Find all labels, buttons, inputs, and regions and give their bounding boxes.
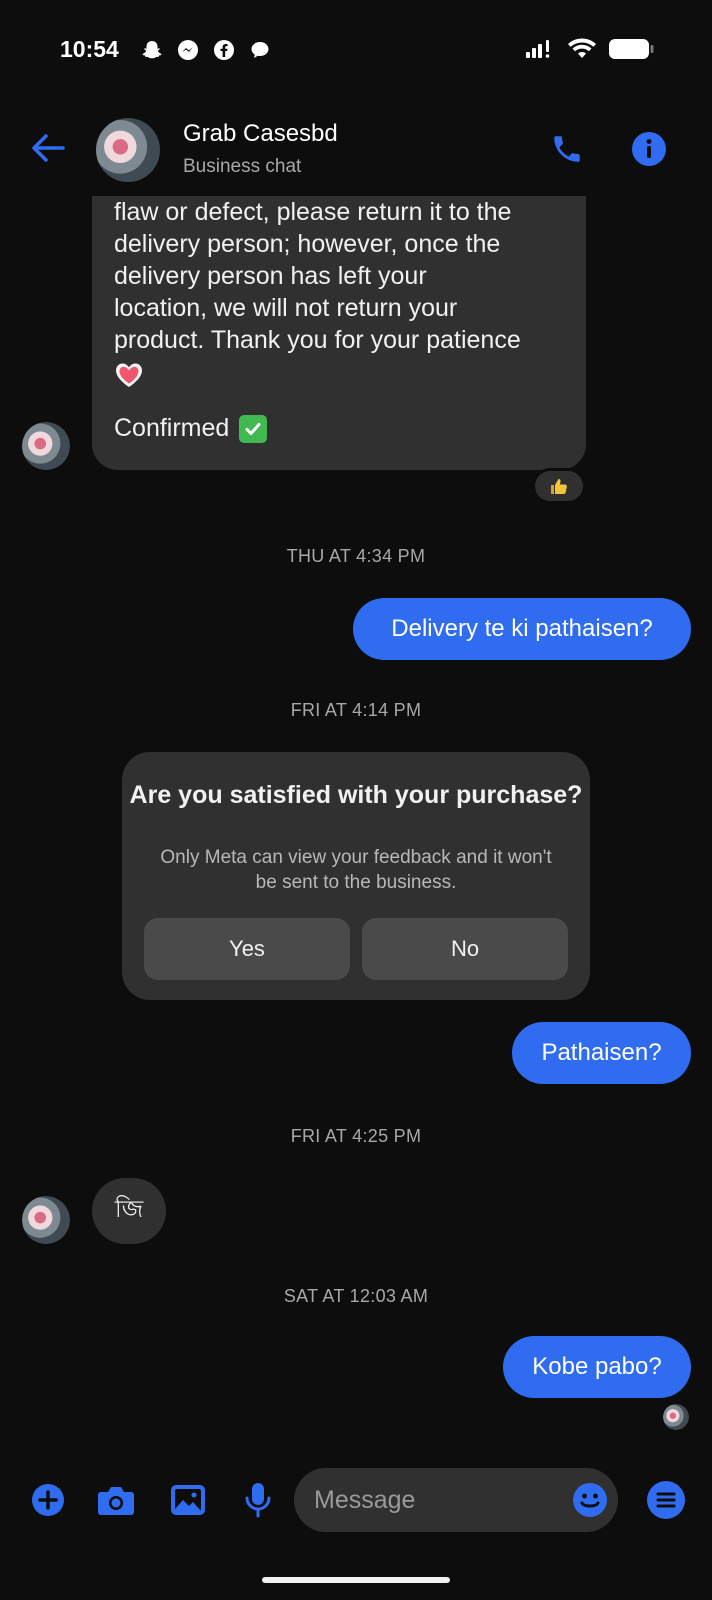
microphone-icon <box>245 1483 271 1518</box>
status-right-icons <box>526 38 654 65</box>
status-app-icons <box>140 38 272 62</box>
avatar-image <box>96 118 160 182</box>
confirmed-text: Confirmed <box>114 414 230 442</box>
emoji-button[interactable] <box>572 1482 608 1518</box>
survey-no-button[interactable]: No <box>362 918 568 980</box>
survey-note: Only Meta can view your feedback and it … <box>160 847 552 893</box>
voice-message-button[interactable] <box>238 1480 278 1520</box>
plus-icon <box>32 1484 64 1516</box>
add-button[interactable] <box>28 1480 68 1520</box>
info-button[interactable] <box>630 130 668 168</box>
phone-icon <box>554 136 580 162</box>
message-input[interactable]: Message <box>294 1468 618 1532</box>
timestamp: THU AT 4:34 PM <box>286 546 426 566</box>
snapchat-icon <box>140 38 164 62</box>
sender-avatar[interactable] <box>22 1196 70 1244</box>
heart-emoji-icon <box>114 360 144 390</box>
outgoing-message[interactable]: Kobe pabo? <box>503 1336 691 1398</box>
status-bar: 10:54 <box>0 0 712 100</box>
chat-header: Grab Casesbd Business chat <box>0 100 712 196</box>
timestamp: FRI AT 4:14 PM <box>290 700 422 720</box>
info-icon <box>632 132 666 166</box>
check-mark-icon <box>239 414 268 443</box>
facebook-icon <box>212 38 236 62</box>
outgoing-message[interactable]: Delivery te ki pathaisen? <box>353 598 691 660</box>
outgoing-message[interactable]: Pathaisen? <box>512 1022 691 1084</box>
chat-bubble-icon <box>248 38 272 62</box>
survey-yes-button[interactable]: Yes <box>144 918 350 980</box>
incoming-message[interactable]: জি <box>92 1178 166 1244</box>
messenger-icon <box>176 38 200 62</box>
avatar-image <box>22 1196 70 1244</box>
timestamp: FRI AT 4:25 PM <box>290 1126 422 1146</box>
voice-call-button[interactable] <box>548 130 586 168</box>
smiley-icon <box>573 1483 607 1517</box>
confirmed-line: Confirmed <box>114 414 564 443</box>
status-time: 10:54 <box>60 36 119 62</box>
contact-subtitle: Business chat <box>183 156 302 177</box>
signal-icon <box>526 39 556 64</box>
survey-title: Are you satisfied with your purchase? <box>129 781 583 809</box>
contact-name[interactable]: Grab Casesbd <box>183 120 338 148</box>
image-icon <box>171 1485 205 1515</box>
back-button[interactable] <box>30 130 66 166</box>
menu-icon <box>647 1481 685 1519</box>
sender-avatar[interactable] <box>22 422 70 470</box>
camera-button[interactable] <box>96 1480 136 1520</box>
gallery-button[interactable] <box>168 1480 208 1520</box>
wifi-icon <box>568 38 596 65</box>
home-indicator[interactable] <box>262 1577 450 1583</box>
camera-icon <box>98 1487 134 1515</box>
menu-button[interactable] <box>646 1480 686 1520</box>
battery-icon <box>608 38 654 65</box>
message-placeholder: Message <box>314 1486 416 1514</box>
avatar-image <box>663 1404 689 1430</box>
contact-avatar[interactable] <box>96 118 160 182</box>
timestamp: SAT AT 12:03 AM <box>283 1286 429 1306</box>
arrow-left-icon <box>32 134 65 162</box>
thumbs-up-icon <box>551 479 567 494</box>
message-text: flaw or defect, please return it to the … <box>114 198 521 354</box>
thumbs-up-reaction[interactable] <box>532 468 586 504</box>
avatar-image <box>22 422 70 470</box>
seen-indicator-avatar <box>663 1404 689 1430</box>
incoming-message[interactable]: flaw or defect, please return it to the … <box>92 168 586 470</box>
satisfaction-survey-card: Are you satisfied with your purchase? On… <box>122 752 590 1000</box>
message-composer: Message <box>0 1462 712 1542</box>
